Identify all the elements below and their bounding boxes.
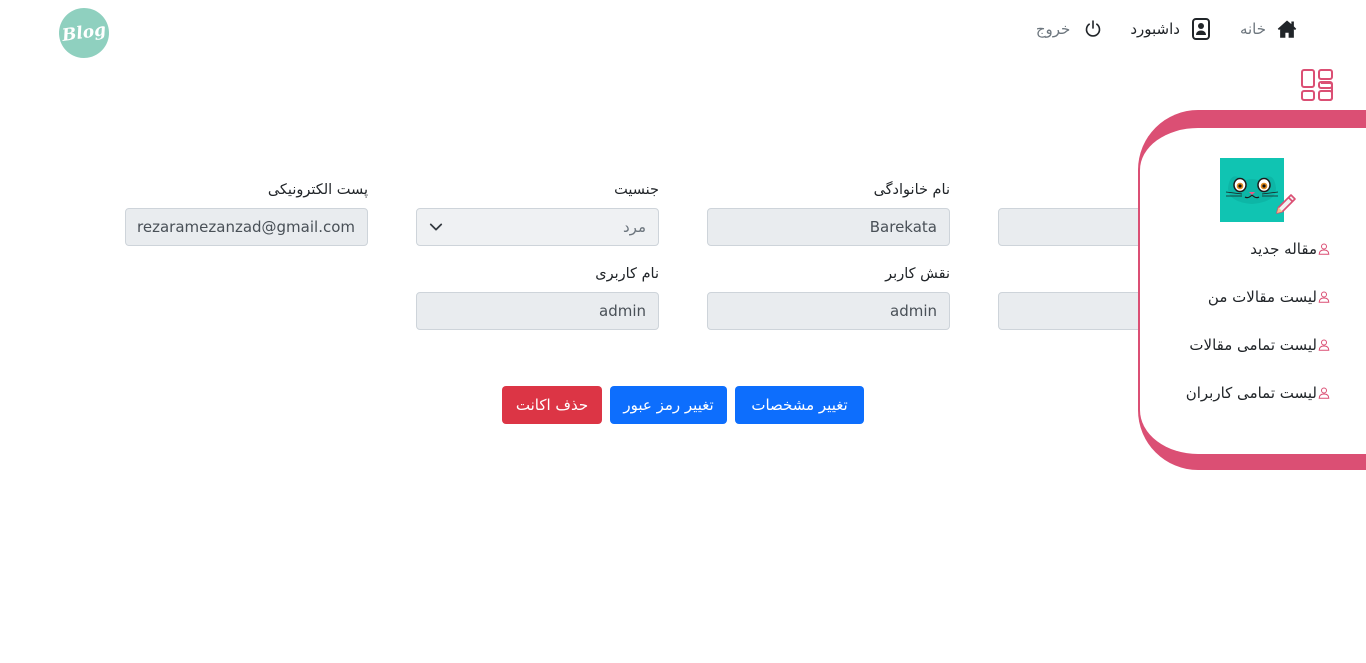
email-field-group: پست الکترونیکی [125, 180, 368, 246]
role-input[interactable] [707, 292, 950, 330]
gender-select[interactable]: مرد [416, 208, 659, 246]
top-nav: خانه داشبورد خروج [1036, 18, 1298, 40]
nav-dashboard-link[interactable]: داشبورد [1130, 18, 1212, 40]
email-label: پست الکترونیکی [267, 182, 368, 198]
user-outline-icon [1318, 339, 1330, 351]
change-password-button[interactable]: تغییر رمز عبور [610, 386, 727, 424]
username-label: نام کاربری [595, 266, 659, 282]
sidebar-item-all-articles[interactable]: لیست تمامی مقالات [1189, 336, 1330, 354]
sidebar-item-label: لیست تمامی کاربران [1185, 384, 1317, 402]
last-name-field-group: نام خانوادگی [707, 180, 950, 246]
sidebar-item-all-users[interactable]: لیست تمامی کاربران [1186, 384, 1330, 402]
username-field-group: نام کاربری [416, 264, 659, 330]
home-icon [1276, 18, 1298, 40]
gender-field-group: جنسیت مرد [416, 180, 659, 246]
delete-account-button[interactable]: حذف اکانت [502, 386, 602, 424]
nav-dashboard-label: داشبورد [1130, 20, 1180, 38]
id-badge-icon [1190, 18, 1212, 40]
sidebar-item-new-article[interactable]: مقاله جدید [1250, 240, 1330, 258]
email-input[interactable] [125, 208, 368, 246]
sidebar-item-label: لیست تمامی مقالات [1189, 336, 1317, 354]
sidebar-item-label: مقاله جدید [1250, 240, 1317, 258]
gender-value: مرد [623, 218, 646, 236]
role-label: نقش کاربر [885, 266, 950, 282]
power-icon [1082, 18, 1104, 40]
last-name-label: نام خانوادگی [873, 182, 950, 198]
chevron-down-icon [429, 223, 443, 231]
sidebar-item-label: لیست مقالات من [1207, 288, 1317, 306]
logo-text: Blog [60, 20, 108, 46]
edit-profile-button[interactable]: تغییر مشخصات [735, 386, 864, 424]
nav-home-link[interactable]: خانه [1240, 18, 1298, 40]
role-field-group: نقش کاربر [707, 264, 950, 330]
pencil-icon[interactable] [1273, 191, 1299, 217]
user-outline-icon [1318, 387, 1330, 399]
nav-logout-link[interactable]: خروج [1036, 18, 1104, 40]
nav-logout-label: خروج [1035, 20, 1071, 38]
sidebar-item-my-articles[interactable]: لیست مقالات من [1208, 288, 1330, 306]
username-input[interactable] [416, 292, 659, 330]
user-outline-icon [1318, 243, 1330, 255]
last-name-input[interactable] [707, 208, 950, 246]
dashboard-grid-icon[interactable] [1300, 68, 1334, 102]
blog-logo[interactable]: Blog [55, 4, 113, 62]
gender-label: جنسیت [614, 182, 659, 198]
user-outline-icon [1318, 291, 1330, 303]
nav-home-label: خانه [1239, 20, 1266, 38]
